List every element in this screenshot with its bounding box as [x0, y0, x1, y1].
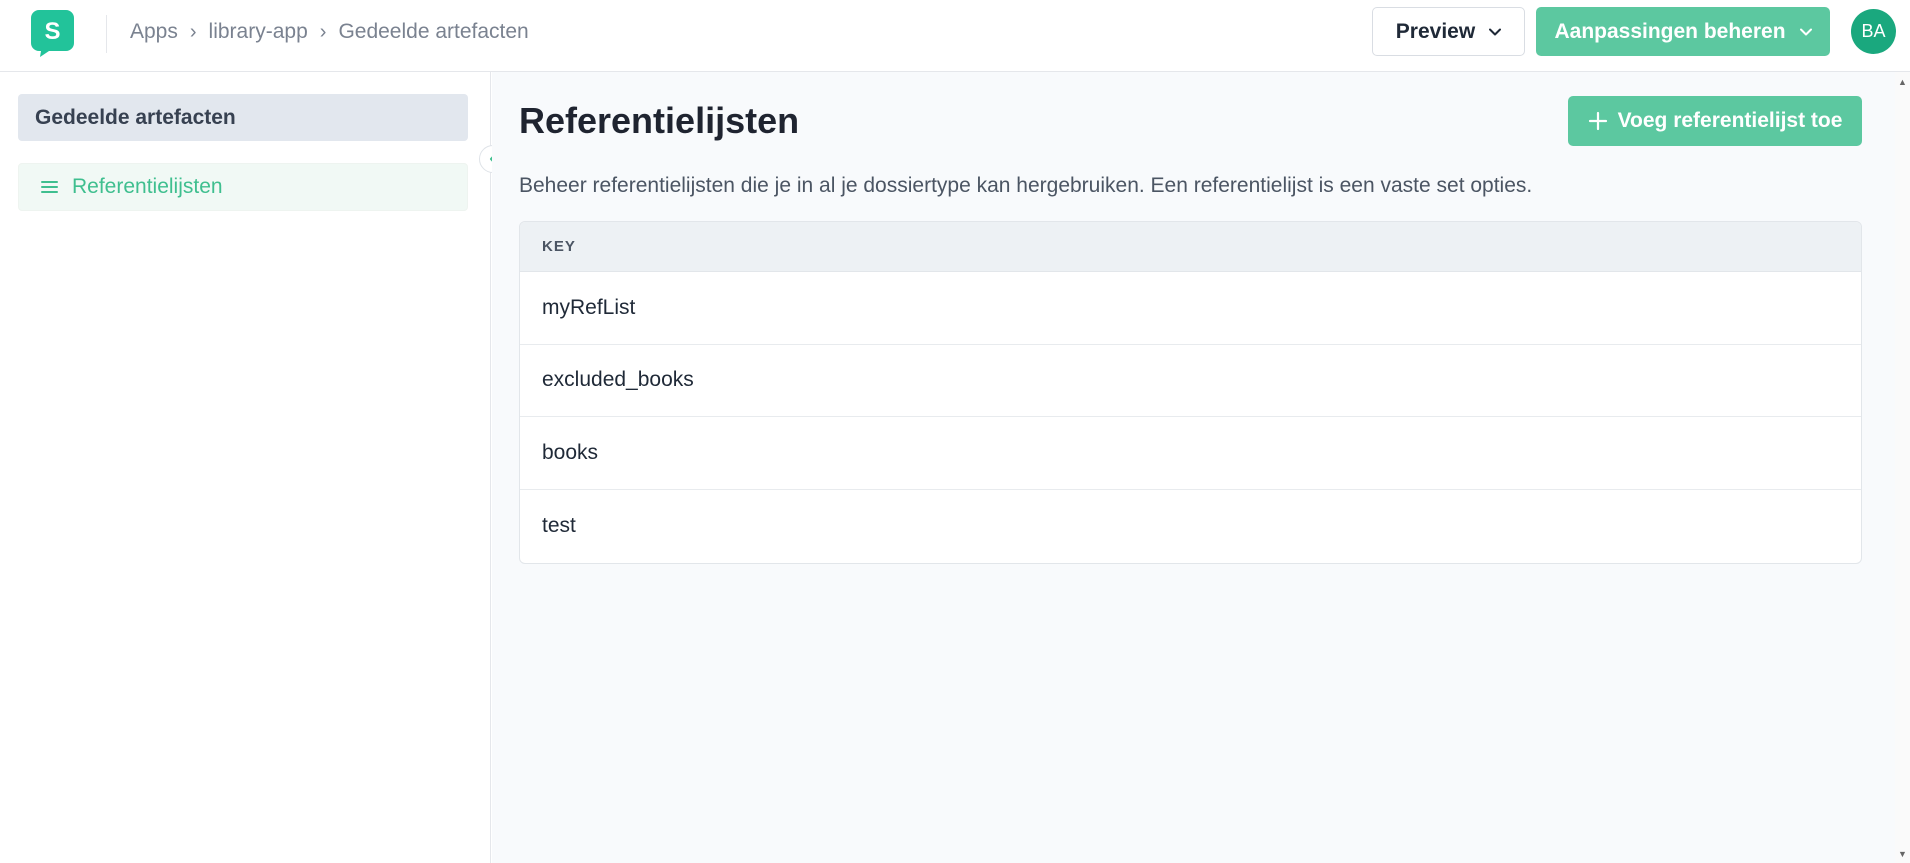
main-content: Referentielijsten Voeg referentielijst t… — [492, 72, 1895, 863]
scroll-up-arrow-icon[interactable]: ▲ — [1897, 76, 1908, 87]
preview-button-label: Preview — [1395, 19, 1476, 43]
page-title: Referentielijsten — [519, 100, 800, 141]
table-row[interactable]: test — [520, 490, 1861, 563]
app-logo[interactable]: S — [31, 10, 74, 57]
sidebar-section-title: Gedeelde artefacten — [18, 94, 468, 141]
add-button-label: Voeg referentielijst toe — [1617, 109, 1843, 132]
chevron-down-icon — [1799, 28, 1812, 35]
chevron-down-icon — [1489, 28, 1502, 35]
sidebar-item-referentielijsten[interactable]: Referentielijsten — [18, 163, 468, 211]
breadcrumb: Apps › library-app › Gedeelde artefacten — [130, 18, 529, 46]
top-bar: S Apps › library-app › Gedeelde artefact… — [0, 0, 1910, 72]
table-row[interactable]: excluded_books — [520, 345, 1861, 417]
add-reference-list-button[interactable]: Voeg referentielijst toe — [1568, 96, 1862, 146]
list-icon — [41, 181, 58, 193]
breadcrumb-library-app[interactable]: library-app — [209, 20, 308, 44]
manage-button-label: Aanpassingen beheren — [1554, 19, 1786, 43]
scroll-down-arrow-icon[interactable]: ▼ — [1897, 848, 1908, 859]
table-header-key[interactable]: KEY — [520, 222, 1861, 272]
sidebar: Gedeelde artefacten Referentielijsten — [0, 72, 491, 863]
breadcrumb-current: Gedeelde artefacten — [338, 20, 529, 43]
breadcrumb-apps[interactable]: Apps — [130, 20, 178, 44]
svg-text:S: S — [44, 18, 60, 45]
manage-customizations-button[interactable]: Aanpassingen beheren — [1536, 7, 1830, 56]
user-avatar[interactable]: BA — [1851, 9, 1896, 54]
preview-button[interactable]: Preview — [1372, 7, 1525, 56]
page-description: Beheer referentielijsten die je in al je… — [519, 174, 1533, 197]
logo-divider — [106, 15, 107, 53]
chevron-right-icon: › — [189, 20, 197, 43]
table-row[interactable]: myRefList — [520, 272, 1861, 345]
table-row[interactable]: books — [520, 417, 1861, 490]
sidebar-item-label: Referentielijsten — [72, 175, 223, 198]
reference-lists-table: KEY myRefList excluded_books books test — [519, 221, 1862, 564]
plus-icon — [1588, 111, 1607, 131]
chevron-right-icon: › — [319, 20, 327, 43]
vertical-scrollbar[interactable]: ▲ ▼ — [1895, 72, 1910, 863]
